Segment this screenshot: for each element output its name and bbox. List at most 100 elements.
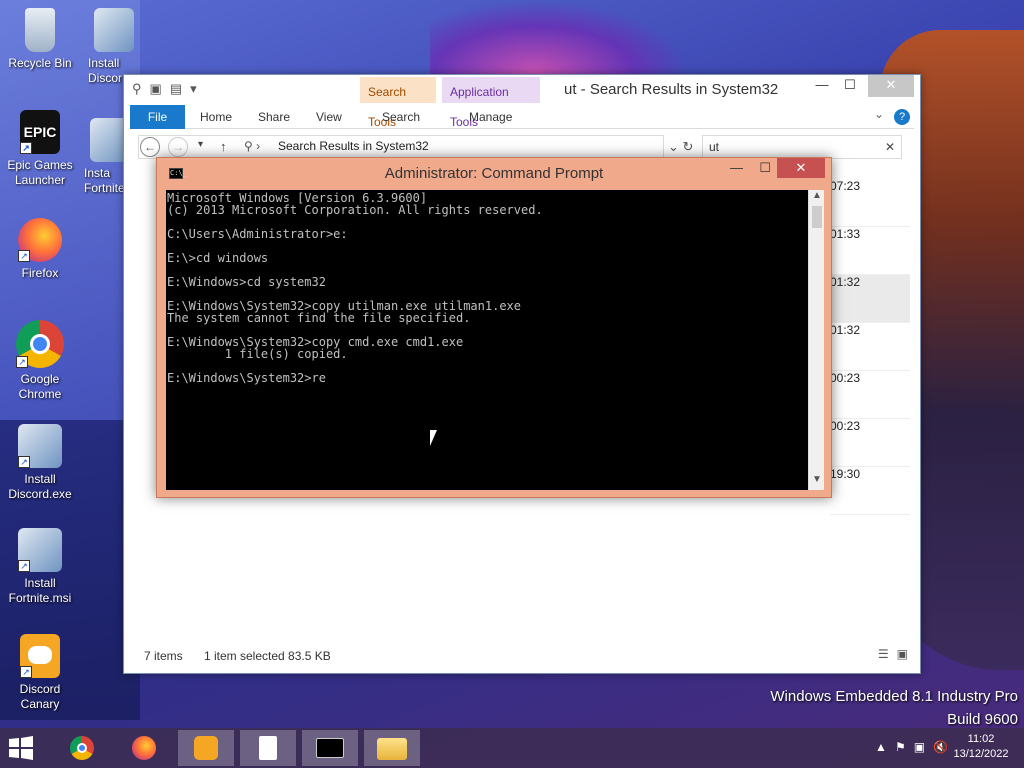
clear-search-icon[interactable]: ✕ (885, 136, 895, 158)
window-title: ut - Search Results in System32 (564, 81, 779, 98)
discord-icon (194, 736, 218, 760)
file-icon (259, 736, 277, 760)
tab-view[interactable]: View (316, 105, 342, 129)
mouse-cursor-icon (430, 430, 444, 446)
file-time: 01:32 (830, 323, 910, 371)
minimize-button[interactable]: — (730, 160, 743, 175)
cmd-titlebar[interactable]: C:\_ Administrator: Command Prompt — ☐ ✕ (157, 158, 831, 189)
taskbar-file[interactable] (240, 730, 296, 766)
desktop-icon-label: Install Fortnite.msi (8, 576, 72, 605)
watermark-edition: Windows Embedded 8.1 Industry Pro (770, 688, 1018, 705)
taskbar-file-explorer[interactable] (364, 730, 420, 766)
scroll-up-icon[interactable]: ▲ (809, 190, 825, 206)
desktop-icon-label: Firefox (21, 266, 59, 280)
desktop-icon-label: Install (88, 56, 120, 70)
desktop-icon-install-fortnite[interactable]: Insta Fortnite (78, 118, 128, 196)
shortcut-arrow-icon: ↗ (18, 560, 30, 572)
taskbar-chrome[interactable] (54, 730, 110, 766)
shortcut-arrow-icon: ↗ (20, 666, 32, 678)
shortcut-arrow-icon: ↗ (18, 250, 30, 262)
installer-icon: ↗ (18, 528, 62, 572)
explorer-titlebar[interactable]: ⚲ ▣ ▤ ▾ Search Tools Application Tools u… (124, 75, 920, 129)
chevron-down-icon[interactable]: ⌄ (874, 107, 884, 121)
shortcut-arrow-icon: ↗ (20, 142, 32, 154)
file-time: 19:30 (830, 467, 910, 515)
firefox-icon: ↗ (18, 218, 62, 262)
console-output[interactable]: Microsoft Windows [Version 6.3.9600] (c) … (166, 190, 808, 490)
desktop-icon-install-fortnite-msi[interactable]: ↗ Install Fortnite.msi (0, 528, 80, 606)
chevron-down-icon[interactable]: ▾ (190, 81, 197, 97)
show-hidden-icons-icon[interactable]: ▲ (875, 740, 887, 754)
tab-home[interactable]: Home (200, 105, 232, 129)
desktop-icon-label: Discord Canary (19, 682, 61, 711)
desktop-icon-label: Google Chrome (18, 372, 62, 401)
desktop-icon-recycle-bin[interactable]: Recycle Bin (0, 8, 80, 71)
search-input[interactable]: ut ✕ (702, 135, 902, 159)
tab-search[interactable]: Search (382, 105, 420, 129)
epic-games-icon: EPIC ↗ (20, 110, 60, 154)
minimize-button[interactable]: — (808, 75, 836, 97)
view-switcher: ☰ ▣ (878, 647, 908, 661)
chrome-icon: ↗ (16, 320, 64, 368)
tab-share[interactable]: Share (258, 105, 290, 129)
console-line: E:\Windows>cd system32 (167, 275, 326, 289)
firefox-icon (132, 736, 156, 760)
properties-icon[interactable]: ▣ (150, 81, 162, 97)
desktop-icon-install-discord-exe[interactable]: ↗ Install Discord.exe (0, 424, 80, 502)
search-icon[interactable]: ⚲ (132, 81, 142, 97)
close-button[interactable]: ✕ (868, 75, 914, 97)
folder-icon (377, 738, 407, 760)
search-results-icon: ⚲ › (244, 139, 261, 153)
desktop-icon-google-chrome[interactable]: ↗ Google Chrome (0, 320, 80, 402)
tab-file[interactable]: File (130, 105, 185, 129)
system-tray: ▲ ⚑ ▣ 🔇 (875, 740, 948, 754)
network-icon[interactable]: ▣ (914, 740, 925, 754)
taskbar-firefox[interactable] (116, 730, 172, 766)
recycle-bin-icon (25, 8, 55, 52)
console-line: (c) 2013 Microsoft Corporation. All righ… (167, 203, 543, 217)
details-view-icon[interactable]: ☰ (878, 647, 889, 661)
file-time: 01:33 (830, 227, 910, 275)
desktop-icon-firefox[interactable]: ↗ Firefox (0, 218, 80, 281)
close-button[interactable]: ✕ (777, 158, 825, 178)
help-icon[interactable]: ? (894, 109, 910, 125)
maximize-button[interactable]: ☐ (836, 75, 864, 97)
chrome-icon (70, 736, 94, 760)
scrollbar[interactable]: ▲ ▼ (808, 190, 824, 490)
quick-access-toolbar: ⚲ ▣ ▤ ▾ (132, 81, 197, 97)
desktop-icon-label: Install Discord.exe (8, 472, 72, 501)
desktop-icon-label: Recycle Bin (8, 56, 72, 70)
console-line: The system cannot find the file specifie… (167, 311, 471, 325)
console-line: C:\Users\Administrator>e: (167, 227, 348, 241)
installer-icon: ↗ (18, 424, 62, 468)
status-selection: 1 item selected 83.5 KB (204, 649, 331, 663)
maximize-button[interactable]: ☐ (759, 160, 771, 176)
address-text: Search Results in System32 (278, 139, 429, 153)
scroll-down-icon[interactable]: ▼ (809, 474, 825, 490)
desktop-icon-label: Epic Games Launcher (7, 158, 73, 187)
tab-manage[interactable]: Manage (469, 105, 512, 129)
console-line: E:\Windows\System32>re (167, 371, 326, 385)
start-button[interactable] (8, 736, 38, 760)
command-prompt-window[interactable]: C:\_ Administrator: Command Prompt — ☐ ✕… (156, 157, 832, 498)
installer-icon (94, 8, 134, 52)
new-folder-icon[interactable]: ▤ (170, 81, 182, 97)
desktop-icon-epic-games[interactable]: EPIC ↗ Epic Games Launcher (0, 110, 80, 188)
desktop-icon-discord-canary[interactable]: ↗ Discord Canary (0, 634, 80, 712)
scroll-thumb[interactable] (812, 206, 822, 228)
clock-date: 13/12/2022 (953, 748, 1009, 760)
taskbar-discord[interactable] (178, 730, 234, 766)
windows-watermark: Windows Embedded 8.1 Industry Pro Build … (770, 685, 1018, 731)
windows-logo-icon (9, 736, 33, 760)
large-icons-view-icon[interactable]: ▣ (897, 647, 908, 661)
status-item-count: 7 items (144, 649, 183, 663)
cmd-icon (316, 738, 344, 758)
taskbar-command-prompt[interactable] (302, 730, 358, 766)
search-value: ut (709, 140, 720, 154)
action-center-flag-icon[interactable]: ⚑ (895, 740, 906, 754)
clock-time: 11:02 (967, 733, 995, 745)
desktop-icon-label: Insta (84, 166, 111, 180)
desktop-icon-label: Discor (88, 71, 123, 85)
clock[interactable]: 11:02 13/12/2022 (946, 732, 1016, 762)
refresh-button[interactable]: ⌄ ↻ (668, 139, 693, 155)
